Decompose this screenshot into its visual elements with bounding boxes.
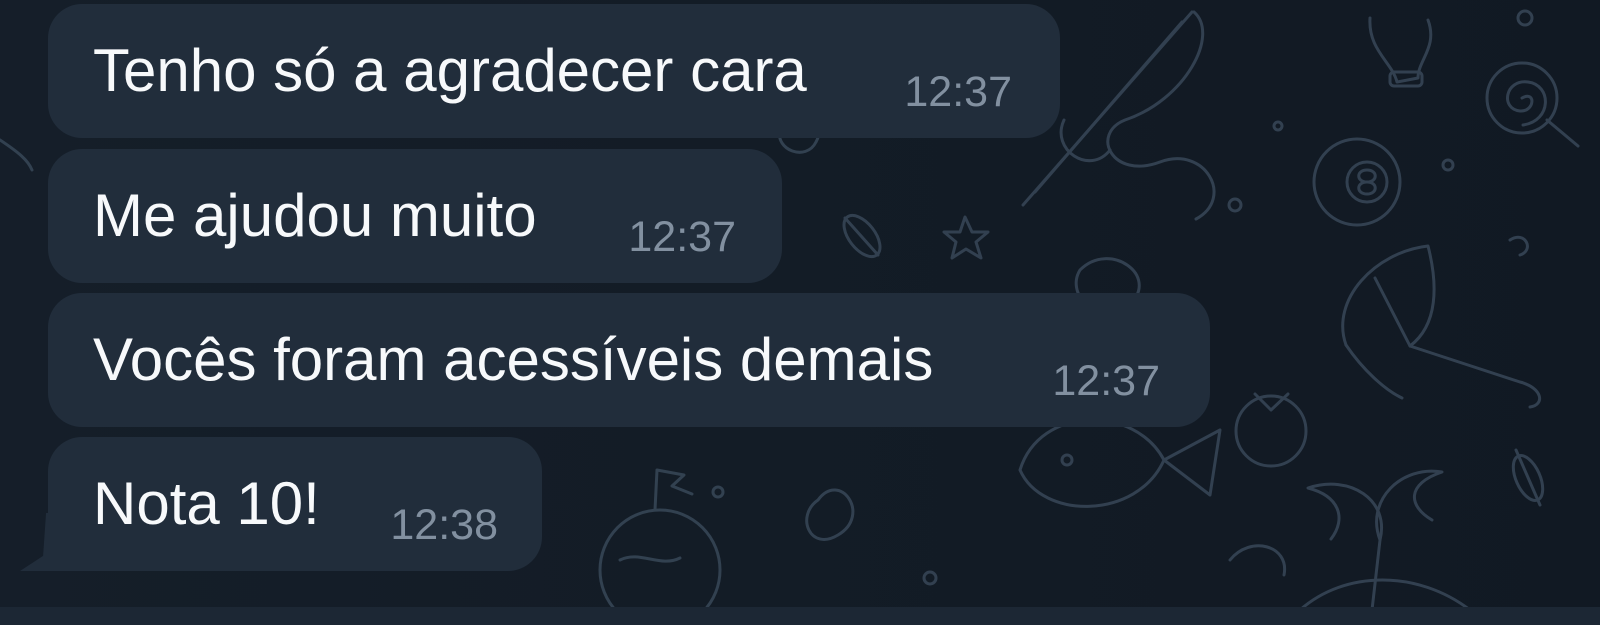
palm-tree-icon: [1298, 469, 1472, 612]
billiard-ball-icon: [1312, 137, 1402, 227]
message-text: Nota 10!: [93, 470, 320, 537]
message-text: Me ajudou muito: [93, 182, 537, 249]
bottom-strip: [0, 607, 1600, 625]
planet-flag-icon: [598, 468, 722, 625]
message-timestamp: 12:37: [1052, 357, 1160, 405]
star-icon: [942, 215, 990, 260]
lightbulb-icon: [1368, 16, 1433, 88]
message-timestamp: 12:37: [628, 213, 736, 261]
chat-screen: Tenho só a agradecer cara 12:37 Me ajudo…: [0, 0, 1600, 625]
message-text: Vocês foram acessíveis demais: [93, 326, 934, 393]
fish-icon: [1018, 418, 1222, 508]
message-timestamp: 12:37: [904, 68, 1012, 116]
message-bubble[interactable]: Tenho só a agradecer cara 12:37: [48, 4, 1060, 138]
message-bubble[interactable]: Nota 10! 12:38: [48, 437, 542, 571]
message-bubble[interactable]: Me ajudou muito 12:37: [48, 149, 782, 283]
lollipop-icon: [1485, 61, 1580, 148]
message-text: Tenho só a agradecer cara: [93, 37, 807, 104]
message-timestamp: 12:38: [390, 501, 498, 549]
tomato-icon: [1234, 392, 1308, 468]
message-bubble[interactable]: Vocês foram acessíveis demais 12:37: [48, 293, 1210, 427]
umbrella-icon: [1341, 244, 1541, 409]
